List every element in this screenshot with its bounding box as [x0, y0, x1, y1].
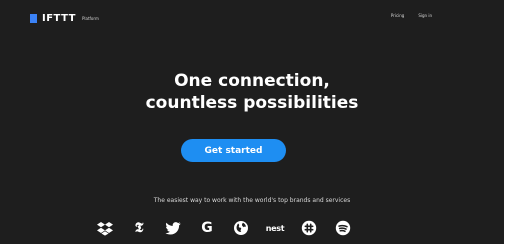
hero-title-line2: countless possibilities [145, 93, 359, 113]
get-started-button[interactable]: Get started [181, 139, 286, 162]
nav-signin-link[interactable]: Sign in [418, 13, 432, 18]
google-icon[interactable]: G [199, 220, 215, 236]
site-header: IFTTT Platform Pricing Sign in [0, 0, 504, 36]
nest-icon[interactable]: nest [266, 220, 285, 236]
nav-pricing-link[interactable]: Pricing [391, 13, 404, 18]
hero-title: One connection, countless possibilities [0, 70, 504, 114]
page: IFTTT Platform Pricing Sign in One conne… [0, 0, 504, 244]
logo-subtitle: Platform [81, 15, 99, 21]
right-margin [504, 0, 512, 252]
logo-mark-icon [30, 13, 37, 23]
globe-icon[interactable] [233, 220, 249, 236]
nyt-icon[interactable]: 𝕿 [131, 220, 147, 236]
logo-text: IFTTT [42, 12, 76, 24]
ifttt-logo[interactable]: IFTTT Platform [30, 12, 99, 24]
bottom-margin [0, 244, 512, 252]
hero-title-line1: One connection, [174, 71, 330, 91]
top-nav: Pricing Sign in [391, 13, 432, 18]
slack-icon[interactable] [301, 220, 317, 236]
brand-icons-row: 𝕿 G nest [97, 220, 351, 236]
dropbox-icon[interactable] [97, 220, 113, 236]
twitter-icon[interactable] [165, 220, 181, 236]
brands-tagline: The easiest way to work with the world's… [153, 197, 351, 204]
spotify-icon[interactable] [335, 220, 351, 236]
